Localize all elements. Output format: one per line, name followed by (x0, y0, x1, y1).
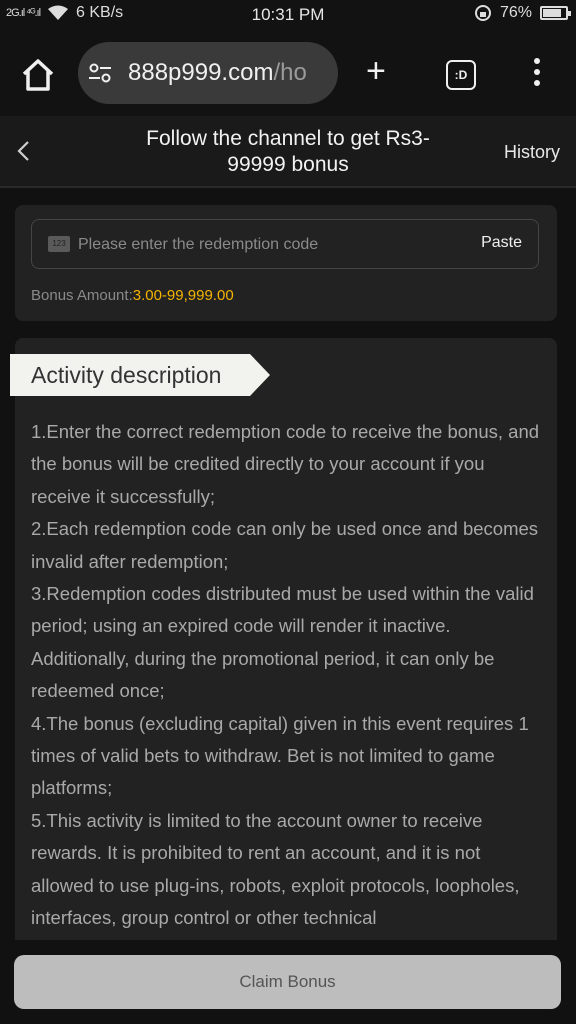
rule-item: 3.Redemption codes distributed must be u… (31, 583, 534, 702)
url-text[interactable]: 888p999.com/ho (128, 59, 328, 87)
redeem-card: 123 Paste Bonus Amount:3.00-99,999.00 (15, 205, 557, 321)
battery-percent: 76% (499, 4, 532, 21)
browser-toolbar: 888p999.com/ho + :D (0, 30, 576, 116)
redemption-code-field[interactable]: 123 Paste (31, 219, 539, 269)
paste-button[interactable]: Paste (481, 234, 522, 252)
status-right: 76% (474, 4, 571, 22)
page-header: Follow the channel to get Rs3-99999 bonu… (0, 116, 576, 188)
back-arrow-icon[interactable] (14, 140, 34, 162)
status-bar: 2G.ıl ⁴ᴳ.ıl 6 KB/s 10:31 PM 76% (0, 0, 576, 30)
bonus-amount: Bonus Amount:3.00-99,999.00 (31, 287, 234, 304)
rule-item: 5.This activity is limited to the accoun… (31, 809, 520, 929)
new-tab-icon[interactable]: + (366, 54, 386, 88)
more-menu-icon[interactable] (530, 58, 544, 92)
bonus-amount-label: Bonus Amount: (31, 287, 133, 304)
tab-switcher-button[interactable]: :D (446, 60, 476, 90)
rule-item: 4.The bonus (excluding capital) given in… (31, 712, 529, 799)
rule-item: 1.Enter the correct redemption code to r… (31, 421, 540, 507)
address-bar[interactable]: 888p999.com/ho (78, 42, 338, 104)
activity-rules: 1.Enter the correct redemption code to r… (31, 416, 546, 935)
url-host: 888p999.com (128, 59, 274, 86)
claim-bonus-button[interactable]: Claim Bonus (14, 955, 561, 1009)
redemption-code-input[interactable] (76, 232, 440, 258)
code-icon: 123 (48, 236, 70, 252)
site-settings-icon[interactable] (88, 62, 112, 84)
url-path: /ho (273, 59, 307, 86)
battery-icon (540, 6, 571, 20)
bonus-amount-value: 3.00-99,999.00 (132, 287, 234, 304)
rule-item: 2.Each redemption code can only be used … (31, 518, 539, 572)
activity-description-heading: Activity description (10, 354, 270, 396)
history-link[interactable]: History (504, 142, 560, 163)
page-title: Follow the channel to get Rs3-99999 bonu… (146, 127, 430, 176)
rotation-lock-icon (474, 5, 491, 21)
home-icon[interactable] (20, 58, 56, 92)
